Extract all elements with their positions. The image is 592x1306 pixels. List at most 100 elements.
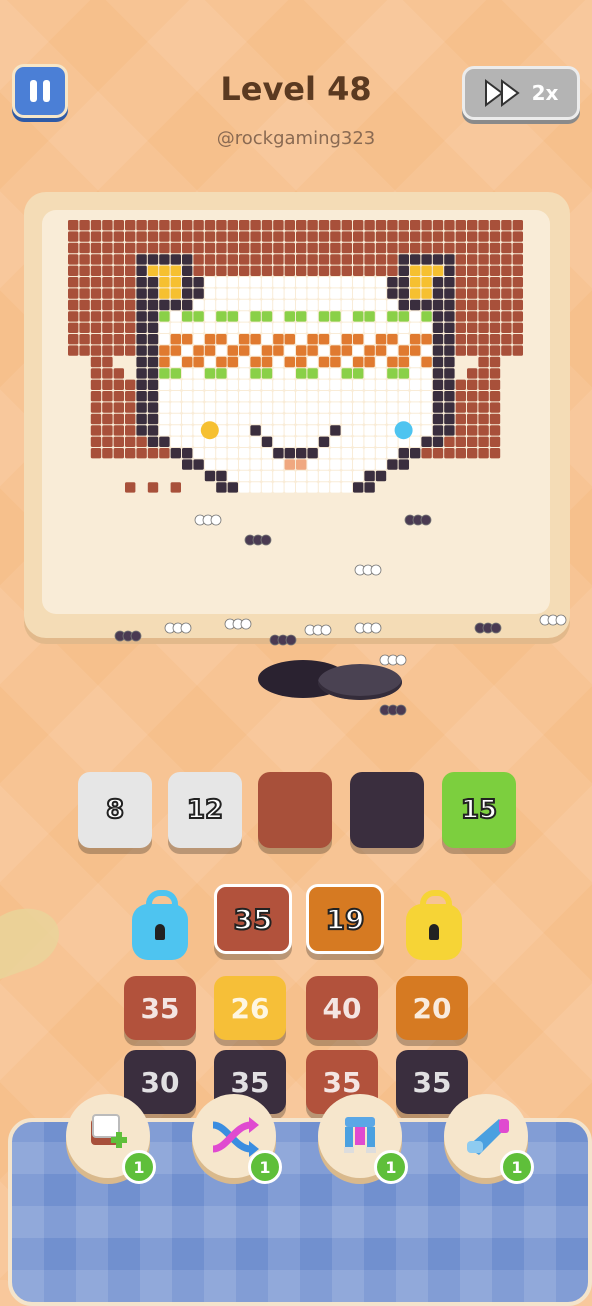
pixel-cell bbox=[147, 368, 159, 379]
pixel-cell bbox=[489, 448, 501, 459]
pixel-cell bbox=[204, 448, 216, 459]
pixel-cell bbox=[364, 322, 375, 333]
pixel-cell bbox=[261, 322, 273, 333]
pixel-cell bbox=[455, 334, 466, 345]
grid-block-r1c2[interactable]: 35 bbox=[214, 884, 292, 954]
pixel-cell bbox=[273, 402, 284, 413]
grid-block-r2c3[interactable]: 40 bbox=[306, 976, 378, 1040]
pixel-cell bbox=[478, 254, 489, 265]
booster-add-slot[interactable]: 1 bbox=[66, 1094, 156, 1184]
pixel-cell bbox=[284, 482, 295, 493]
pixel-cell bbox=[296, 288, 307, 299]
booster-count: 1 bbox=[122, 1150, 156, 1184]
pixel-cell bbox=[387, 288, 398, 299]
pixel-cell bbox=[330, 345, 341, 356]
pixel-cell bbox=[147, 436, 159, 447]
magnet-icon bbox=[344, 1117, 376, 1153]
pixel-cell bbox=[307, 299, 318, 311]
pixel-cell bbox=[204, 345, 216, 356]
pixel-cell bbox=[204, 311, 216, 322]
pixel-cell bbox=[501, 311, 512, 322]
pixel-cell bbox=[501, 345, 512, 356]
pixel-cell bbox=[113, 277, 124, 288]
slot-5[interactable]: 15 bbox=[442, 772, 516, 848]
locked-tile-yellow[interactable] bbox=[406, 890, 462, 960]
pixel-cell bbox=[296, 402, 307, 413]
pixel-cell bbox=[387, 368, 398, 379]
pixel-cell bbox=[364, 288, 375, 299]
slot-4[interactable] bbox=[350, 772, 424, 848]
pixel-cell bbox=[136, 436, 147, 447]
pixel-cell bbox=[136, 265, 147, 276]
pixel-cell bbox=[125, 265, 136, 276]
pixel-cell bbox=[353, 436, 364, 447]
booster-vacuum[interactable]: 1 bbox=[444, 1094, 534, 1184]
pixel-cell bbox=[250, 391, 261, 402]
pixel-cell bbox=[250, 334, 261, 345]
slot-3[interactable] bbox=[258, 772, 332, 848]
booster-shuffle[interactable]: 1 bbox=[192, 1094, 282, 1184]
pixel-cell bbox=[102, 277, 113, 288]
pixel-cell bbox=[341, 436, 352, 447]
pixel-cell bbox=[353, 368, 364, 379]
pixel-cell bbox=[204, 356, 216, 368]
key-icon[interactable] bbox=[394, 421, 413, 440]
pixel-cell bbox=[159, 322, 170, 333]
pixel-cell bbox=[239, 242, 250, 254]
pixel-cell bbox=[432, 265, 444, 276]
pixel-cell bbox=[113, 220, 124, 231]
pixel-cell bbox=[467, 231, 478, 242]
slot-1[interactable]: 8 bbox=[78, 772, 152, 848]
pixel-cell bbox=[512, 231, 523, 242]
pixel-cell bbox=[353, 299, 364, 311]
pixel-cell bbox=[421, 379, 432, 390]
pixel-cell bbox=[364, 345, 375, 356]
pixel-cell bbox=[159, 402, 170, 413]
pixel-cell bbox=[307, 277, 318, 288]
locked-tile-blue[interactable] bbox=[132, 890, 188, 960]
pixel-cell bbox=[113, 448, 124, 459]
grid-block-r2c2[interactable]: 26 bbox=[214, 976, 286, 1040]
pixel-cell bbox=[421, 299, 432, 311]
pixel-cell bbox=[307, 288, 318, 299]
ant bbox=[379, 654, 407, 666]
pixel-cell bbox=[284, 470, 295, 482]
grid-block-r2c1[interactable]: 35 bbox=[124, 976, 196, 1040]
pixel-cell bbox=[125, 311, 136, 322]
pixel-cell bbox=[478, 345, 489, 356]
pixel-cell bbox=[330, 265, 341, 276]
grid-block-r1c3[interactable]: 19 bbox=[306, 884, 384, 954]
pixel-cell bbox=[318, 436, 330, 447]
pixel-cell bbox=[261, 413, 273, 425]
pixel-cell bbox=[227, 220, 238, 231]
pixel-cell bbox=[353, 425, 364, 436]
pixel-cell bbox=[159, 265, 170, 276]
pixel-cell bbox=[489, 368, 501, 379]
pixel-cell bbox=[261, 288, 273, 299]
pixel-cell bbox=[341, 231, 352, 242]
key-icon[interactable] bbox=[200, 421, 219, 440]
pixel-cell bbox=[467, 220, 478, 231]
booster-magnet[interactable]: 1 bbox=[318, 1094, 408, 1184]
pixel-cell bbox=[455, 379, 466, 390]
pixel-cell bbox=[387, 436, 398, 447]
pixel-cell bbox=[68, 299, 79, 311]
pixel-cell bbox=[193, 356, 204, 368]
pixel-cell bbox=[410, 436, 421, 447]
pixel-cell bbox=[193, 402, 204, 413]
pixel-cell bbox=[182, 345, 193, 356]
slot-2[interactable]: 12 bbox=[168, 772, 242, 848]
pixel-cell bbox=[159, 391, 170, 402]
pixel-cell bbox=[364, 231, 375, 242]
pixel-cell bbox=[364, 425, 375, 436]
pixel-cell bbox=[444, 425, 455, 436]
pixel-cell bbox=[432, 425, 444, 436]
pixel-cell bbox=[330, 242, 341, 254]
pixel-cell bbox=[432, 356, 444, 368]
pixel-cell bbox=[398, 277, 409, 288]
lock-icon bbox=[429, 924, 439, 940]
pixel-cell bbox=[478, 231, 489, 242]
pixel-cell bbox=[102, 220, 113, 231]
pixel-cell bbox=[170, 425, 181, 436]
grid-block-r2c4[interactable]: 20 bbox=[396, 976, 468, 1040]
